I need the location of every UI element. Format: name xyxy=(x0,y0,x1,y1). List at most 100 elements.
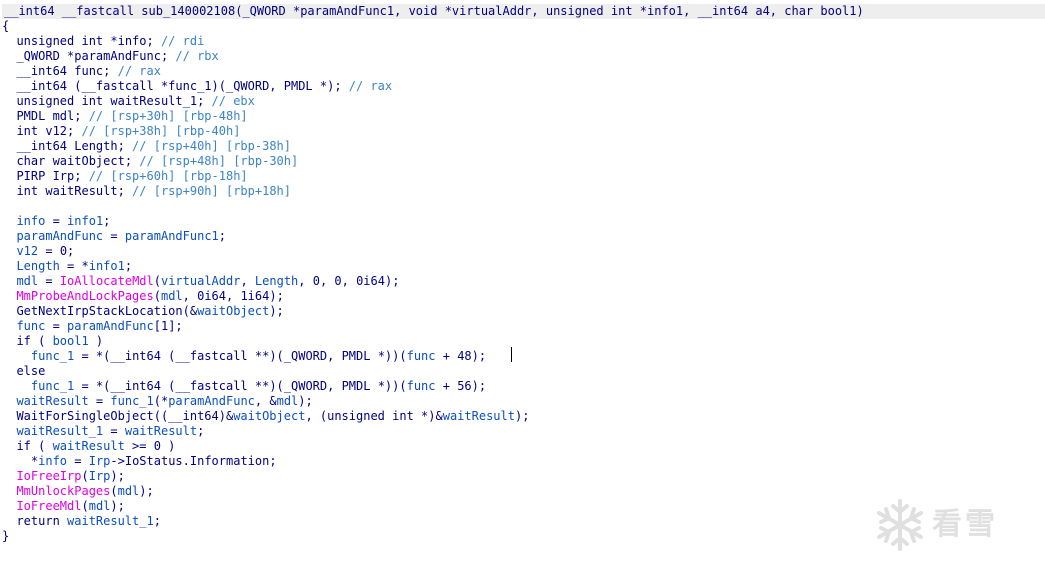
code-token: [1]; xyxy=(153,319,183,333)
code-line[interactable]: WaitForSingleObject((__int64)&waitObject… xyxy=(1,409,1041,424)
code-line[interactable]: else xyxy=(1,364,1041,379)
code-token: else xyxy=(2,364,46,378)
code-line[interactable]: char waitObject; // [rsp+48h] [rbp-30h] xyxy=(1,154,1041,169)
code-token: if ( xyxy=(2,334,53,348)
code-token: = xyxy=(45,319,68,333)
code-token: unsigned int *info; xyxy=(2,34,161,48)
watermark-text: 看雪 xyxy=(932,507,998,542)
code-token: ; xyxy=(197,424,205,438)
code-line[interactable]: unsigned int waitResult_1; // ebx xyxy=(1,94,1041,109)
code-token: ->IoStatus.Information; xyxy=(110,454,277,468)
comment-token: // ebx xyxy=(211,94,255,108)
code-token: ; xyxy=(218,229,226,243)
code-line[interactable]: func_1 = *(__int64 (__fastcall **)(_QWOR… xyxy=(1,379,1041,394)
code-line[interactable]: __int64 (__fastcall *func_1)(_QWORD, PMD… xyxy=(1,79,1041,94)
code-line[interactable]: unsigned int *info; // rdi xyxy=(1,34,1041,49)
code-line[interactable]: Length = *info1; xyxy=(1,259,1041,274)
pseudocode-view[interactable]: __int64 __fastcall sub_140002108(_QWORD … xyxy=(0,0,1045,577)
variable-token: Length xyxy=(16,259,60,273)
code-token: = xyxy=(38,274,60,288)
variable-token: mdl xyxy=(276,394,299,408)
code-line[interactable]: PIRP Irp; // [rsp+60h] [rbp-18h] xyxy=(1,169,1041,184)
variable-token: func xyxy=(406,379,436,393)
function-token: IoFreeMdl xyxy=(16,499,82,513)
code-line[interactable]: mdl = IoAllocateMdl(virtualAddr, Length,… xyxy=(1,274,1041,289)
code-line[interactable]: int v12; // [rsp+38h] [rbp-40h] xyxy=(1,124,1041,139)
variable-token: waitResult xyxy=(124,424,198,438)
code-token: ; xyxy=(103,214,111,228)
variable-token: Irp xyxy=(88,469,111,483)
code-line[interactable]: info = info1; xyxy=(1,214,1041,229)
code-token: } xyxy=(2,529,10,543)
variable-token: mdl xyxy=(16,274,39,288)
comment-token: // rax xyxy=(117,64,161,78)
code-token: = xyxy=(67,454,89,468)
code-token: ); xyxy=(139,484,154,498)
variable-token: virtualAddr xyxy=(160,274,241,288)
variable-token: mdl xyxy=(117,484,140,498)
variable-token: mdl xyxy=(160,289,183,303)
code-line[interactable]: PMDL mdl; // [rsp+30h] [rbp-48h] xyxy=(1,109,1041,124)
code-line[interactable]: paramAndFunc = paramAndFunc1; xyxy=(1,229,1041,244)
code-token: __int64 (__fastcall *func_1)(_QWORD, PMD… xyxy=(2,79,349,93)
code-line[interactable]: MmProbeAndLockPages(mdl, 0i64, 1i64); xyxy=(1,289,1041,304)
code-line[interactable]: v12 = 0; xyxy=(1,244,1041,259)
function-signature-line[interactable]: __int64 __fastcall sub_140002108(_QWORD … xyxy=(2,4,1045,19)
code-line[interactable]: __int64 Length; // [rsp+40h] [rbp-38h] xyxy=(1,139,1041,154)
variable-token: paramAndFunc xyxy=(16,229,104,243)
code-line[interactable]: if ( waitResult >= 0 ) xyxy=(1,439,1041,454)
comment-token: // [rsp+90h] [rbp+18h] xyxy=(132,184,291,198)
variable-token: func_1 xyxy=(110,394,154,408)
code-token: = 0; xyxy=(38,244,75,258)
code-line[interactable]: int waitResult; // [rsp+90h] [rbp+18h] xyxy=(1,184,1041,199)
comment-token: // [rsp+30h] [rbp-48h] xyxy=(88,109,248,123)
code-token: GetNextIrpStackLocation(& xyxy=(2,304,198,318)
variable-token: Length xyxy=(254,274,299,288)
variable-token: info xyxy=(38,454,68,468)
code-token: ); xyxy=(110,499,125,513)
comment-token: // rdi xyxy=(160,34,205,48)
text-cursor xyxy=(511,347,512,362)
code-line[interactable]: { xyxy=(1,19,1041,34)
variable-token: waitResult xyxy=(16,394,89,408)
watermark: 看雪 xyxy=(872,495,1032,555)
code-token: = *(__int64 (__fastcall **)(_QWORD, PMDL… xyxy=(74,349,407,363)
comment-token: // [rsp+60h] [rbp-18h] xyxy=(88,169,248,183)
snowflake-icon xyxy=(877,499,923,551)
code-line[interactable]: IoFreeIrp(Irp); xyxy=(1,469,1041,484)
code-line[interactable] xyxy=(1,199,1041,214)
code-line[interactable]: func_1 = *(__int64 (__fastcall **)(_QWOR… xyxy=(1,349,1041,364)
code-line[interactable]: *info = Irp->IoStatus.Information; xyxy=(1,454,1041,469)
variable-token: paramAndFunc1 xyxy=(124,229,219,243)
code-token: PIRP Irp; xyxy=(2,169,89,183)
code-line[interactable]: __int64 func; // rax xyxy=(1,64,1041,79)
variable-token: waitResult_1 xyxy=(16,424,104,438)
code-token: ( xyxy=(81,469,89,483)
comment-token: // rax xyxy=(348,79,393,93)
code-line[interactable]: waitResult = func_1(*paramAndFunc, &mdl)… xyxy=(1,394,1041,409)
code-token: WaitForSingleObject((__int64)& xyxy=(2,409,234,423)
code-token: = xyxy=(103,229,125,243)
code-token: ( xyxy=(153,289,161,303)
code-token: , & xyxy=(254,394,277,408)
code-line[interactable]: func = paramAndFunc[1]; xyxy=(1,319,1041,334)
code-line[interactable]: if ( bool1 ) xyxy=(1,334,1041,349)
code-line[interactable]: GetNextIrpStackLocation(&waitObject); xyxy=(1,304,1041,319)
variable-token: bool1 xyxy=(52,334,89,348)
code-line[interactable]: _QWORD *paramAndFunc; // rbx xyxy=(1,49,1041,64)
code-token: if ( xyxy=(2,439,53,453)
code-token: = xyxy=(45,214,68,228)
variable-token: waitResult xyxy=(442,409,515,423)
variable-token: mdl xyxy=(88,499,111,513)
code-body[interactable]: { unsigned int *info; // rdi _QWORD *par… xyxy=(1,19,1041,544)
code-token: ) xyxy=(88,334,104,348)
code-token: int v12; xyxy=(2,124,82,138)
code-token: PMDL mdl; xyxy=(2,109,89,123)
code-line[interactable]: waitResult_1 = waitResult; xyxy=(1,424,1041,439)
code-token: char waitObject; xyxy=(2,154,140,168)
